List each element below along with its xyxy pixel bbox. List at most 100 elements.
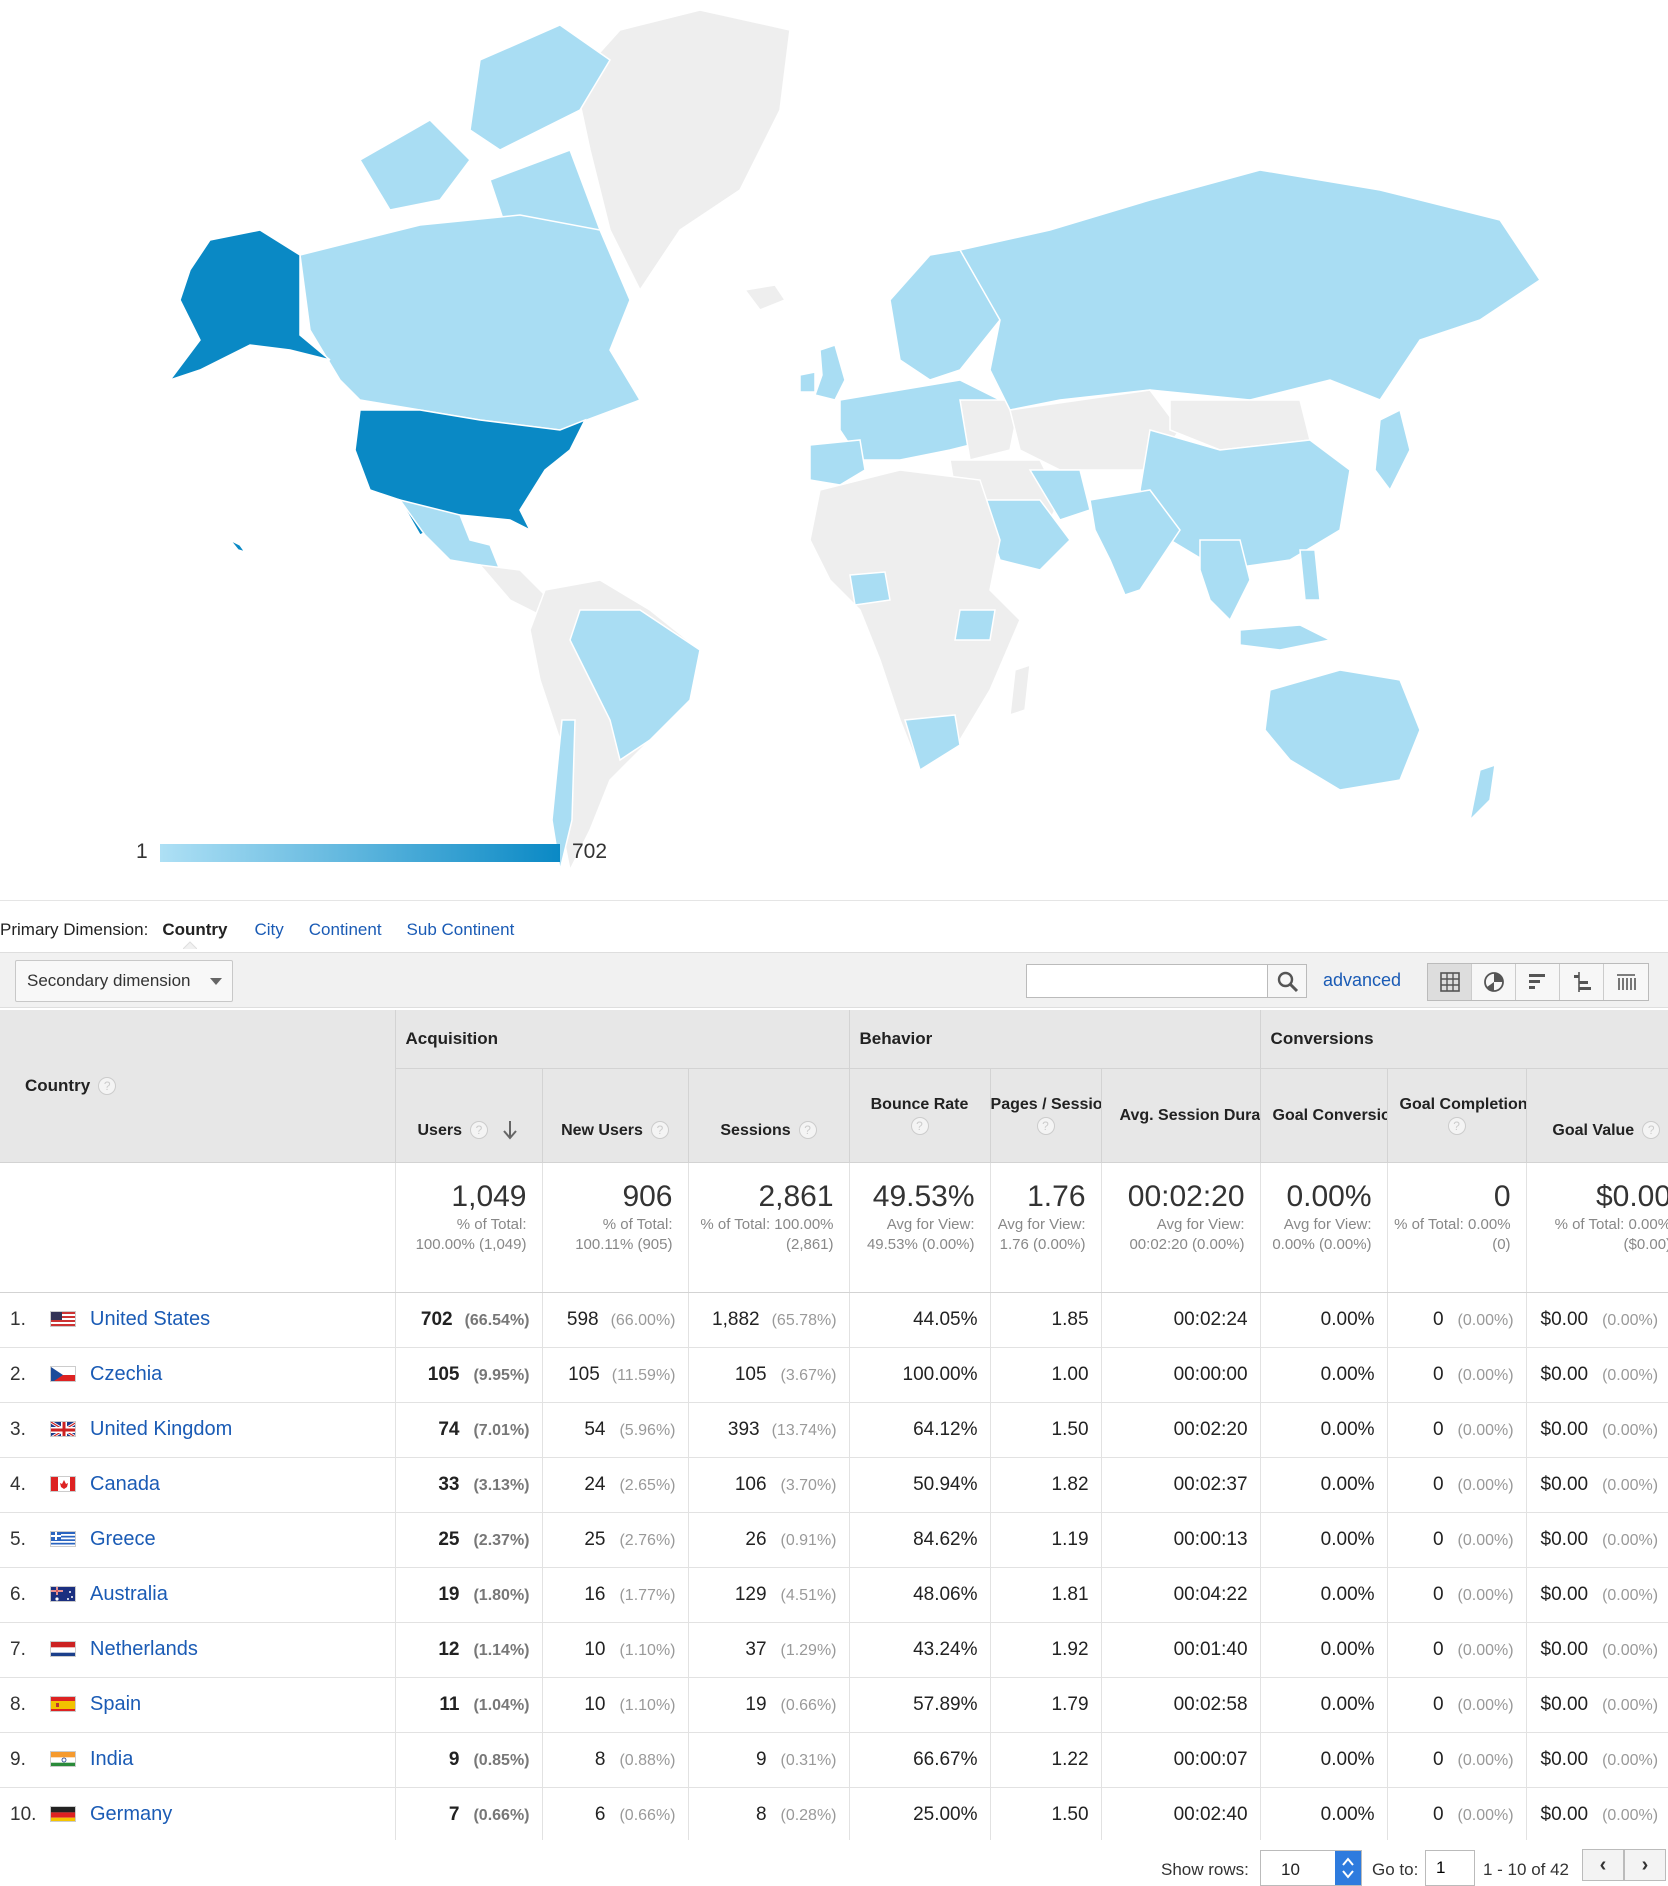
next-page-button[interactable]: ›	[1624, 1849, 1666, 1881]
secondary-dimension-dropdown[interactable]: Secondary dimension	[15, 960, 233, 1002]
totals-value: 2,861	[758, 1179, 834, 1213]
region-canada[interactable]	[299, 214, 642, 431]
goto-page-input[interactable]	[1425, 1850, 1475, 1886]
search-button[interactable]	[1267, 964, 1307, 998]
region-canada-arctic-2[interactable]	[358, 119, 471, 211]
region-iberia[interactable]	[809, 439, 866, 486]
country-link[interactable]: United States	[90, 1308, 210, 1330]
comparison-view-button[interactable]	[1560, 964, 1604, 1000]
show-rows-select[interactable]: 10	[1260, 1850, 1362, 1886]
column-header-goal-conversion-rate[interactable]: Goal Conversion Rate?	[1259, 1068, 1388, 1163]
region-nigeria[interactable]	[849, 571, 891, 606]
table-row: 10. Germany 7 (0.66%) 6 (0.66%) 8 (0.28%) 25.00%…	[0, 1787, 1668, 1840]
goal-value-value: $0.00	[1540, 1473, 1589, 1495]
advanced-filter-link[interactable]: advanced	[1323, 970, 1401, 991]
help-icon[interactable]: ?	[650, 1121, 669, 1140]
pie-view-button[interactable]	[1472, 964, 1516, 1000]
help-icon[interactable]: ?	[1447, 1116, 1466, 1135]
goal-conversion-cell: 0.00%	[1259, 1732, 1388, 1788]
column-header-goal-completions[interactable]: Goal Completions?	[1386, 1068, 1527, 1163]
country-link[interactable]: Australia	[90, 1583, 168, 1605]
region-usa[interactable]	[354, 409, 587, 536]
previous-page-button[interactable]: ‹	[1582, 1849, 1624, 1881]
goal-value-percent: (0.00%)	[1602, 1586, 1659, 1604]
region-australia[interactable]	[1264, 669, 1421, 791]
totals-row: 1,049% of Total: 100.00% (1,049) 906% of…	[0, 1162, 1668, 1293]
column-header-new-users[interactable]: New Users?	[541, 1068, 688, 1163]
region-new-zealand[interactable]	[1468, 763, 1496, 823]
new-users-cell: 105 (11.59%)	[541, 1347, 688, 1403]
goal-completions-value: 0	[1432, 1583, 1444, 1605]
bounce-rate-cell: 57.89%	[848, 1677, 991, 1733]
goal-completions-cell: 0 (0.00%)	[1386, 1622, 1527, 1678]
region-russia[interactable]	[958, 169, 1542, 411]
help-icon[interactable]: ?	[469, 1121, 488, 1140]
country-link[interactable]: Netherlands	[90, 1638, 198, 1660]
column-label-goal-completions: Goal Completions	[1399, 1096, 1527, 1113]
column-header-pages-session[interactable]: Pages / Session?	[989, 1068, 1102, 1163]
region-kenya[interactable]	[954, 609, 996, 641]
column-header-goal-value[interactable]: Goal Value?	[1525, 1068, 1668, 1163]
table-view-button[interactable]	[1428, 964, 1472, 1000]
country-link[interactable]: Greece	[90, 1528, 156, 1550]
help-icon[interactable]: ?	[1036, 1116, 1055, 1135]
sort-descending-icon[interactable]	[502, 1120, 518, 1140]
goal-conversion-cell: 0.00%	[1259, 1457, 1388, 1513]
region-se-asia[interactable]	[1199, 539, 1251, 622]
region-indonesia[interactable]	[1239, 624, 1333, 651]
pivot-view-button[interactable]	[1604, 964, 1648, 1000]
region-philippines[interactable]	[1299, 549, 1321, 601]
region-iceland[interactable]	[743, 284, 787, 311]
region-madagascar[interactable]	[1009, 663, 1031, 717]
help-icon[interactable]: ?	[910, 1116, 929, 1135]
primary-dimension-continent[interactable]: Continent	[309, 920, 382, 940]
primary-dimension-city[interactable]: City	[254, 920, 283, 940]
totals-avg-session: 00:02:20 Avg for View: 00:02:20 (0.00%)	[1100, 1162, 1261, 1293]
geo-map[interactable]: 1 702	[0, 0, 1668, 900]
region-ireland[interactable]	[799, 371, 816, 393]
goal-value-percent: (0.00%)	[1602, 1641, 1659, 1659]
column-header-bounce-rate[interactable]: Bounce Rate?	[848, 1068, 991, 1163]
column-header-avg-session-duration[interactable]: Avg. Session Duration?	[1100, 1068, 1261, 1163]
country-link[interactable]: Canada	[90, 1473, 160, 1495]
avg-session-cell: 00:02:58	[1100, 1677, 1261, 1733]
table-search-input[interactable]	[1026, 964, 1268, 998]
world-map[interactable]	[0, 0, 1668, 900]
bounce-rate-cell: 50.94%	[848, 1457, 991, 1513]
performance-view-button[interactable]	[1516, 964, 1560, 1000]
country-link[interactable]: India	[90, 1748, 133, 1770]
users-percent: (0.85%)	[473, 1751, 530, 1769]
help-icon[interactable]: ?	[1642, 1121, 1661, 1140]
column-header-users[interactable]: Users?	[394, 1068, 542, 1163]
table-row: 7. Netherlands 12 (1.14%) 10 (1.10%) 37 (1.29%)…	[0, 1622, 1668, 1678]
column-header-country[interactable]: Country?	[0, 1010, 395, 1163]
help-icon[interactable]: ?	[98, 1077, 117, 1096]
sessions-cell: 393 (13.74%)	[687, 1402, 850, 1458]
primary-dimension-country[interactable]: Country	[162, 920, 227, 940]
totals-subtext: Avg for View: 0.00% (0.00%)	[1272, 1215, 1372, 1253]
country-link[interactable]: Spain	[90, 1693, 141, 1715]
new-users-percent: (0.66%)	[619, 1806, 676, 1824]
column-header-sessions[interactable]: Sessions?	[687, 1068, 850, 1163]
new-users-value: 105	[568, 1363, 600, 1385]
goal-value-cell: $0.00 (0.00%)	[1525, 1347, 1668, 1403]
sessions-cell: 129 (4.51%)	[687, 1567, 850, 1623]
performance-view-icon	[1529, 974, 1545, 989]
goal-value-percent: (0.00%)	[1602, 1421, 1659, 1439]
region-uk[interactable]	[814, 344, 846, 401]
country-link[interactable]: Czechia	[90, 1363, 162, 1385]
country-link[interactable]: Germany	[90, 1803, 172, 1825]
help-icon[interactable]: ?	[798, 1121, 817, 1140]
flag-au-icon	[50, 1586, 76, 1602]
totals-value: 1.76	[1027, 1179, 1086, 1213]
country-link[interactable]: United Kingdom	[90, 1418, 232, 1440]
sessions-value: 1,882	[712, 1308, 760, 1330]
region-china[interactable]	[1139, 429, 1351, 571]
region-south-africa[interactable]	[904, 714, 961, 772]
primary-dimension-sub-continent[interactable]: Sub Continent	[407, 920, 515, 940]
goal-completions-percent: (0.00%)	[1457, 1586, 1514, 1604]
region-hawaii[interactable]	[229, 539, 247, 554]
region-japan[interactable]	[1374, 408, 1411, 492]
row-rank: 7.	[10, 1639, 26, 1660]
users-cell: 9 (0.85%)	[394, 1732, 542, 1788]
